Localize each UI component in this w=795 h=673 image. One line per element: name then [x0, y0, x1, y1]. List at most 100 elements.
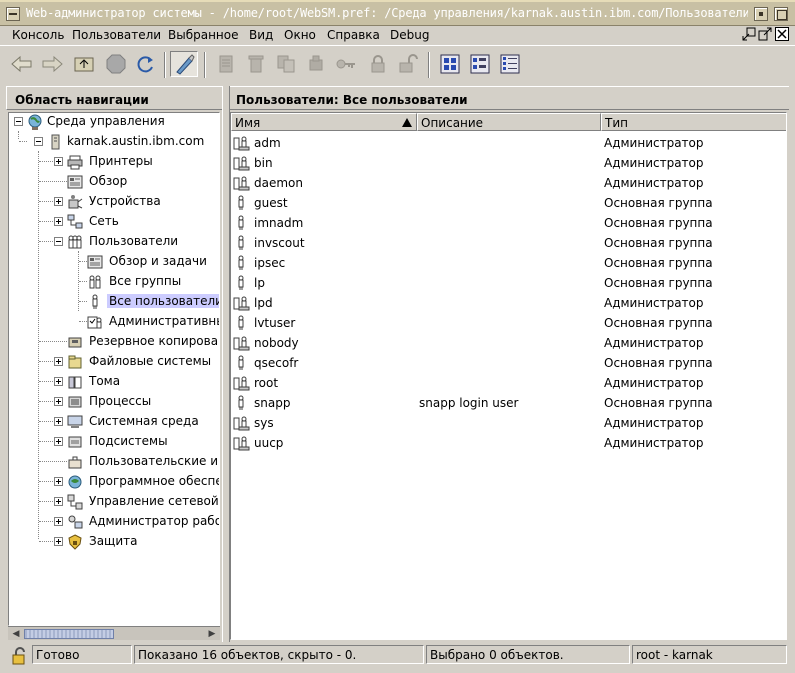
users-table[interactable]: Имя Описание Тип adm Администратор bin Адми…	[230, 112, 787, 640]
tree-expand-icon[interactable]	[54, 517, 63, 526]
forward-arrow-icon[interactable]	[38, 51, 66, 77]
tree-item[interactable]: Управление сетевой у	[9, 493, 219, 511]
title-bar[interactable]: Web-администратор системы - /home/root/W…	[0, 0, 795, 26]
lock-icon[interactable]	[364, 51, 392, 77]
table-row[interactable]: lp Основная группа	[231, 273, 786, 293]
tree-item[interactable]: Программное обеспеч	[9, 473, 219, 491]
tree-item[interactable]: Обзор и задачи	[9, 253, 219, 271]
tree-item[interactable]: Системная среда	[9, 413, 219, 431]
scroll-right-icon[interactable]: ▶	[206, 628, 218, 640]
table-row[interactable]: nobody Администратор	[231, 333, 786, 353]
tree-expand-icon[interactable]	[54, 497, 63, 506]
details-view-icon[interactable]	[496, 51, 524, 77]
table-row[interactable]: invscout Основная группа	[231, 233, 786, 253]
tree-item-label: Принтеры	[89, 154, 153, 168]
tree-item[interactable]: Тома	[9, 373, 219, 391]
tree-item[interactable]: Резервное копирован	[9, 333, 219, 351]
tree-expand-icon[interactable]	[54, 437, 63, 446]
subsystems-icon	[68, 436, 82, 448]
stop-icon[interactable]	[102, 51, 130, 77]
tree-expand-icon[interactable]	[54, 397, 63, 406]
table-row[interactable]: bin Администратор	[231, 153, 786, 173]
menu-users[interactable]: Пользователи	[72, 28, 161, 42]
delete-icon[interactable]	[242, 51, 270, 77]
menu-window[interactable]: Окно	[284, 28, 316, 42]
tree-collapse-icon[interactable]	[34, 137, 43, 146]
copy-icon[interactable]	[212, 51, 240, 77]
tree-expand-icon[interactable]	[54, 217, 63, 226]
table-row[interactable]: daemon Администратор	[231, 173, 786, 193]
tree-item[interactable]: Пользователи	[9, 233, 219, 251]
window-title: Web-администратор системы - /home/root/W…	[26, 6, 748, 20]
cell-name: lvtuser	[254, 316, 296, 330]
pane-splitter[interactable]	[222, 86, 230, 642]
reload-icon[interactable]	[132, 51, 160, 77]
menu-help[interactable]: Справка	[327, 28, 380, 42]
tree-expand-icon[interactable]	[54, 417, 63, 426]
tree-collapse-icon[interactable]	[14, 117, 23, 126]
tree-host[interactable]: karnak.austin.ibm.com	[9, 133, 219, 151]
tree-item[interactable]: Принтеры	[9, 153, 219, 171]
tree-expand-icon[interactable]	[54, 197, 63, 206]
column-header-description[interactable]: Описание	[417, 113, 601, 131]
tree-expand-icon[interactable]	[54, 537, 63, 546]
tree-horizontal-scrollbar[interactable]: ◀ ▶	[8, 626, 220, 640]
maximize-button[interactable]	[774, 7, 788, 21]
tree-item[interactable]: Устройства	[9, 193, 219, 211]
table-row[interactable]: lpd Администратор	[231, 293, 786, 313]
duplicate-icon[interactable]	[272, 51, 300, 77]
tree-item[interactable]: Обзор	[9, 173, 219, 191]
minimize-button[interactable]	[754, 7, 768, 21]
tree-item[interactable]: Пользовательские ин	[9, 453, 219, 471]
table-row[interactable]: qsecofr Основная группа	[231, 353, 786, 373]
up-folder-icon[interactable]	[70, 51, 98, 77]
back-arrow-icon[interactable]	[8, 51, 36, 77]
tree-item[interactable]: Административны	[9, 313, 219, 331]
large-icons-view-icon[interactable]	[436, 51, 464, 77]
tree-expand-icon[interactable]	[54, 477, 63, 486]
close-pane-icon[interactable]	[775, 27, 789, 41]
navigation-tree[interactable]: Среда управления karnak.austin.ibm.com П…	[8, 112, 220, 626]
scroll-left-icon[interactable]: ◀	[10, 628, 22, 640]
undock-icon[interactable]	[742, 27, 756, 41]
tree-expand-icon[interactable]	[54, 357, 63, 366]
table-row[interactable]: snapp snapp login user Основная группа	[231, 393, 786, 413]
tree-root[interactable]: Среда управления	[9, 113, 219, 131]
properties-icon[interactable]	[302, 51, 330, 77]
tree-item[interactable]: Администратор рабоч	[9, 513, 219, 531]
tree-item[interactable]: Процессы	[9, 393, 219, 411]
menu-debug[interactable]: Debug	[390, 28, 429, 42]
tree-item[interactable]: Файловые системы	[9, 353, 219, 371]
cell-name: ipsec	[254, 256, 286, 270]
small-icons-view-icon[interactable]	[466, 51, 494, 77]
column-header-type[interactable]: Тип	[601, 113, 786, 131]
table-row[interactable]: imnadm Основная группа	[231, 213, 786, 233]
table-row[interactable]: root Администратор	[231, 373, 786, 393]
detach-icon[interactable]	[758, 27, 772, 41]
table-row[interactable]: guest Основная группа	[231, 193, 786, 213]
key-icon[interactable]	[332, 51, 360, 77]
table-row[interactable]: lvtuser Основная группа	[231, 313, 786, 333]
find-icon[interactable]	[170, 51, 198, 77]
tree-item[interactable]: Сеть	[9, 213, 219, 231]
table-row[interactable]: adm Администратор	[231, 133, 786, 153]
table-row[interactable]: ipsec Основная группа	[231, 253, 786, 273]
menu-selected[interactable]: Выбранное	[168, 28, 239, 42]
tree-item[interactable]: Все группы	[9, 273, 219, 291]
window-menu-button[interactable]	[6, 7, 20, 21]
tree-expand-icon[interactable]	[54, 157, 63, 166]
table-row[interactable]: sys Администратор	[231, 413, 786, 433]
tree-item[interactable]: Все пользователи	[9, 293, 219, 311]
table-row[interactable]: uucp Администратор	[231, 433, 786, 453]
menu-view[interactable]: Вид	[249, 28, 273, 42]
scroll-thumb[interactable]	[24, 629, 114, 639]
tree-item[interactable]: Защита	[9, 533, 219, 551]
unlock-icon[interactable]	[394, 51, 422, 77]
tree-expand-icon[interactable]	[54, 377, 63, 386]
column-header-name[interactable]: Имя	[231, 113, 417, 131]
cell-description: snapp login user	[419, 396, 519, 410]
tree-collapse-icon[interactable]	[54, 237, 63, 246]
tree-item[interactable]: Подсистемы	[9, 433, 219, 451]
menu-console[interactable]: Консоль	[12, 28, 64, 42]
printer-icon	[67, 155, 83, 170]
